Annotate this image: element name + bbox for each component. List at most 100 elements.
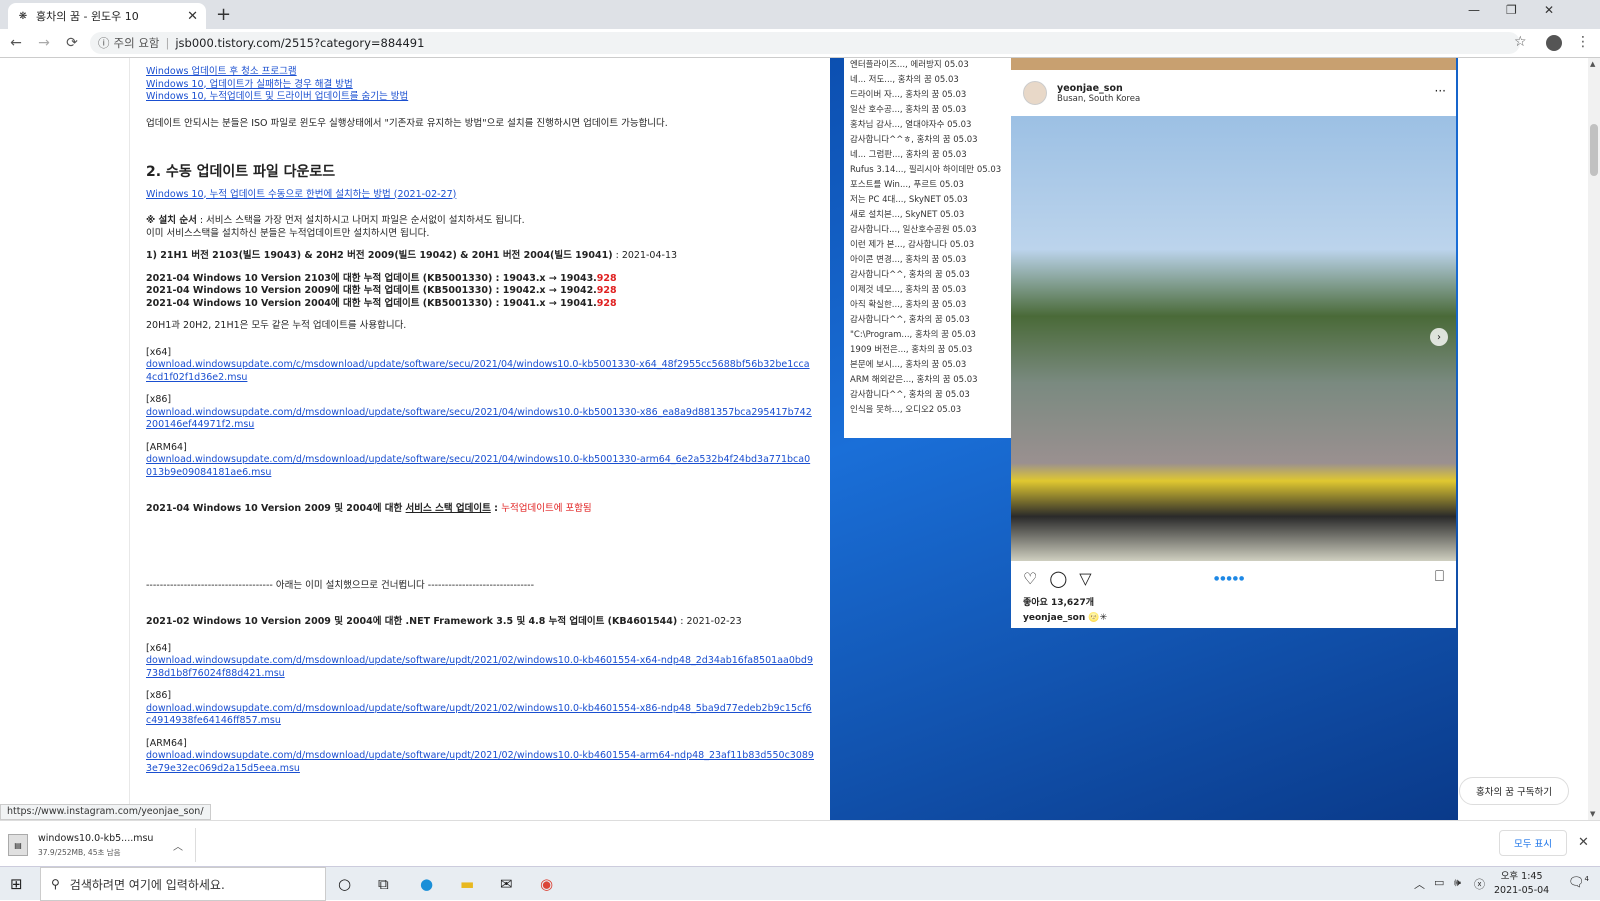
bookmark-icon[interactable]: ⎕ [1435,567,1444,585]
caption-emoji: 🌝✳ [1088,613,1108,623]
comment-item[interactable]: ARM 해외같은..., 홍차의 꿈 05.03 [850,373,1006,388]
back-icon[interactable]: ← [4,35,28,51]
menu-icon[interactable]: ⋮ [1576,34,1590,50]
search-placeholder[interactable]: 검색하려면 여기에 입력하세요. [70,876,225,893]
download-link[interactable]: download.windowsupdate.com/d/msdownload/… [146,703,814,728]
download-link[interactable]: download.windowsupdate.com/d/msdownload/… [146,655,814,680]
iso-note: 업데이트 안되시는 분들은 ISO 파일로 윈도우 실행상태에서 "기존자료 유… [146,117,668,129]
avatar[interactable] [1023,81,1047,105]
comment-item[interactable]: 새로 설치본..., SkyNET 05.03 [850,208,1006,223]
subscribe-button[interactable]: 홍차의 꿈 구독하기 [1459,777,1569,805]
chrome-icon[interactable]: ◉ [540,875,553,893]
install-order-text2: 이미 서비스스택을 설치하신 분들은 누적업데이트만 설치하시면 됩니다. [146,227,430,239]
instagram-location[interactable]: Busan, South Korea [1057,94,1140,104]
comment-item[interactable]: 본문에 보시..., 홍차의 꿈 05.03 [850,358,1006,373]
chevron-up-icon[interactable]: ︿ [173,838,183,853]
comment-item[interactable]: 아직 확실한..., 홍차의 꿈 05.03 [850,298,1006,313]
account-icon[interactable] [1546,35,1562,51]
edge-icon[interactable]: ● [420,875,433,893]
info-icon[interactable]: ⓘ [98,35,110,51]
comment-item[interactable]: 감사합니다^^, 홍차의 꿈 05.03 [850,313,1006,328]
recent-comments: 엔터플라이즈..., 에러방지 05.03 네... 저도..., 홍차의 꿈 … [844,58,1012,438]
download-link[interactable]: download.windowsupdate.com/d/msdownload/… [146,407,814,432]
network-icon[interactable]: ▭ [1434,876,1444,889]
instagram-username[interactable]: yeonjae_son [1057,83,1140,94]
show-all-button[interactable]: 모두 표시 [1499,830,1567,856]
related-link[interactable]: Windows 업데이트 후 청소 프로그램 [146,66,814,79]
comment-item[interactable]: 드라이버 자..., 홍차의 꿈 05.03 [850,88,1006,103]
comment-icon[interactable]: ◯ [1049,569,1067,588]
related-link[interactable]: Windows 10, 누적업데이트 및 드라이버 업데이트를 숨기는 방법 [146,91,814,104]
instagram-photo[interactable]: › [1011,116,1456,561]
heart-icon[interactable]: ♡ [1023,569,1037,588]
update-build: 928 [596,272,617,284]
taskbar-search[interactable]: ⚲ 검색하려면 여기에 입력하세요. [40,867,326,901]
more-options-icon[interactable]: ··· [1435,84,1446,98]
arch-label: [ARM64] [146,737,187,749]
address-bar[interactable]: ⓘ 주의 요함 | jsb000.tistory.com/2515?catego… [90,32,1520,54]
comment-item[interactable]: 엔터플라이즈..., 에러방지 05.03 [850,58,1006,73]
windows-start-icon[interactable]: ⊞ [10,875,23,893]
scroll-up-icon[interactable]: ▲ [1590,60,1595,68]
bookmark-star-icon[interactable]: ☆ [1514,34,1527,50]
download-link[interactable]: download.windowsupdate.com/c/msdownload/… [146,359,814,384]
comment-item[interactable]: 아이콘 변경..., 홍차의 꿈 05.03 [850,253,1006,268]
left-gutter [0,58,130,820]
comment-item[interactable]: 감사합니다^^, 홍차의 꿈 05.03 [850,268,1006,283]
volume-icon[interactable]: 🕪 [1454,876,1461,890]
comment-item[interactable]: 감사합니다..., 일산호수공원 05.03 [850,223,1006,238]
comment-item[interactable]: Rufus 3.14..., 필리시아 하이데만 05.03 [850,163,1006,178]
tray-chevron-icon[interactable]: ︿ [1414,876,1425,892]
restore-button[interactable]: ❐ [1506,3,1517,17]
caption-user[interactable]: yeonjae_son [1023,613,1085,623]
status-url: https://www.instagram.com/yeonjae_son/ [0,804,211,820]
likes-count[interactable]: 좋아요 13,627개 [1011,595,1456,613]
close-download-bar-icon[interactable]: ✕ [1578,835,1589,850]
next-arrow-icon[interactable]: › [1430,328,1448,346]
ssu-link[interactable]: 서비스 스택 업데이트 [406,503,491,514]
minimize-button[interactable]: — [1468,3,1480,17]
task-view-icon[interactable]: ⧉ [378,875,389,893]
file-explorer-icon[interactable]: ▬ [460,875,474,893]
url-text[interactable]: jsb000.tistory.com/2515?category=884491 [175,36,424,50]
vertical-scrollbar[interactable]: ▲ ▼ [1588,58,1600,820]
instagram-embed: yeonjae_son Busan, South Korea ··· › ♡ ◯… [1011,58,1456,628]
forward-icon[interactable]: → [32,35,56,51]
comment-item[interactable]: "C:\Program..., 홍차의 꿈 05.03 [850,328,1006,343]
comment-item[interactable]: 1909 버전은..., 홍차의 꿈 05.03 [850,343,1006,358]
comment-item[interactable]: 저는 PC 4대..., SkyNET 05.03 [850,193,1006,208]
section-link[interactable]: Windows 10, 누적 업데이트 수동으로 한번에 설치하는 방법 (20… [146,189,814,202]
update-line: 2021-04 Windows 10 Version 2103에 대한 누적 업… [146,273,814,286]
scroll-down-icon[interactable]: ▼ [1590,810,1595,818]
comment-item[interactable]: 포스트를 Win..., 푸르트 05.03 [850,178,1006,193]
mail-icon[interactable]: ✉ [500,875,513,893]
search-icon: ⚲ [51,877,60,891]
new-tab-button[interactable]: + [216,4,231,25]
comment-item[interactable]: 일산 호수공..., 홍차의 꿈 05.03 [850,103,1006,118]
download-link[interactable]: download.windowsupdate.com/d/msdownload/… [146,750,814,775]
comment-item[interactable]: 감사합니다^^, 홍차의 꿈 05.03 [850,388,1006,403]
scroll-thumb[interactable] [1590,124,1598,176]
security-label[interactable]: 주의 요함 [114,35,160,51]
download-bar: ▤ windows10.0-kb5....msu 37.9/252MB, 45초… [0,820,1600,866]
ime-icon[interactable]: ⓧ [1474,876,1485,892]
comment-item[interactable]: 홍차님 감사..., 열대야자수 05.03 [850,118,1006,133]
comment-item[interactable]: 네... 그럼판..., 홍차의 꿈 05.03 [850,148,1006,163]
share-icon[interactable]: ▽ [1079,569,1091,588]
cortana-icon[interactable]: ○ [338,875,351,893]
close-window-button[interactable]: ✕ [1544,3,1554,17]
download-link[interactable]: download.windowsupdate.com/d/msdownload/… [146,454,814,479]
notification-icon[interactable]: 🗨4 [1568,875,1589,890]
comment-item[interactable]: 네... 저도..., 홍차의 꿈 05.03 [850,73,1006,88]
clock[interactable]: 오후 1:45 2021-05-04 [1494,870,1549,898]
related-link[interactable]: Windows 10, 업데이트가 실패하는 경우 해결 방법 [146,79,814,92]
download-item[interactable]: ▤ windows10.0-kb5....msu 37.9/252MB, 45초… [8,828,196,862]
comment-item[interactable]: 감사합니다^^ㅎ, 홍차의 꿈 05.03 [850,133,1006,148]
tab-close-icon[interactable]: ✕ [187,9,198,24]
comment-item[interactable]: 이제것 네모..., 홍차의 꿈 05.03 [850,283,1006,298]
comment-item[interactable]: 이런 제가 본..., 감사합니다 05.03 [850,238,1006,253]
reload-icon[interactable]: ⟳ [60,35,84,51]
comment-item[interactable]: 인식을 못하..., 오디오2 05.03 [850,403,1006,418]
browser-tab[interactable]: ❋ 홍차의 꿈 - 윈도우 10 ✕ [8,3,206,29]
update-text: 2021-04 Windows 10 Version 2009에 대한 누적 업… [146,285,597,296]
